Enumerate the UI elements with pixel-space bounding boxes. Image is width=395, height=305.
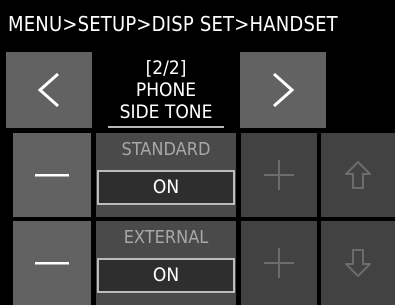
- chevron-left-icon: [37, 72, 59, 108]
- external-label: EXTERNAL: [123, 227, 209, 248]
- standard-decrease-button[interactable]: [13, 133, 91, 217]
- chevron-right-icon: [273, 72, 295, 108]
- standard-increase-button[interactable]: [241, 133, 317, 217]
- page-indicator: [2/2]: [145, 57, 187, 79]
- standard-value: ON: [97, 170, 235, 205]
- plus-icon: [264, 248, 294, 278]
- title-underline: [108, 126, 224, 128]
- scroll-down-button[interactable]: [321, 221, 395, 305]
- arrow-up-outline-icon: [345, 161, 371, 189]
- minus-icon: [35, 174, 69, 177]
- plus-icon: [264, 160, 294, 190]
- standard-label: STANDARD: [121, 139, 211, 160]
- scroll-up-button[interactable]: [321, 133, 395, 217]
- handset-display-settings-screen: MENU>SETUP>DISP SET>HANDSET [2/2] PHONE …: [0, 0, 395, 305]
- external-value: ON: [97, 258, 235, 293]
- external-decrease-button[interactable]: [13, 221, 91, 305]
- breadcrumb: MENU>SETUP>DISP SET>HANDSET: [8, 12, 338, 36]
- empty-panel: [326, 52, 395, 128]
- external-setting: EXTERNAL ON: [96, 221, 236, 305]
- next-page-button[interactable]: [240, 52, 326, 128]
- arrow-down-outline-icon: [345, 249, 371, 277]
- minus-icon: [35, 262, 69, 265]
- page-info: [2/2] PHONE SIDE TONE: [96, 52, 236, 128]
- title-bar: MENU>SETUP>DISP SET>HANDSET: [0, 0, 395, 47]
- external-increase-button[interactable]: [241, 221, 317, 305]
- prev-page-button[interactable]: [6, 52, 92, 128]
- page-title-line1: PHONE: [135, 79, 197, 101]
- page-title-line2: SIDE TONE: [119, 101, 213, 123]
- standard-setting: STANDARD ON: [96, 133, 236, 217]
